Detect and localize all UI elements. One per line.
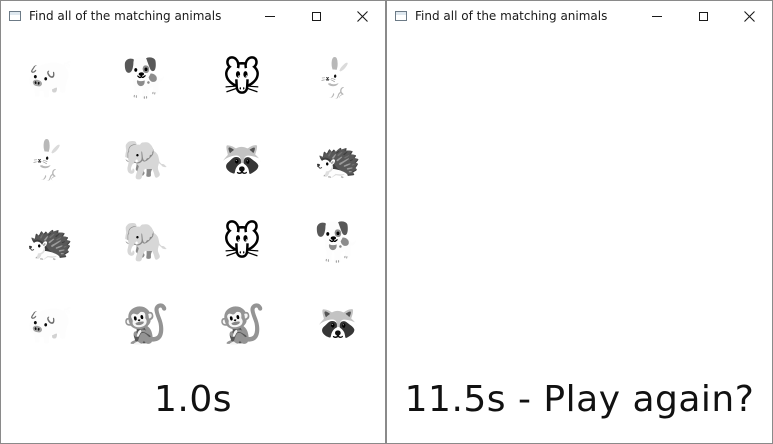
game-window-right: Find all of the matching animals 11.5s -…: [386, 0, 773, 444]
animal-icon: 🐘: [122, 138, 170, 182]
animal-button[interactable]: 🐘: [98, 201, 194, 283]
timer-text: 1.0s: [153, 379, 232, 420]
animal-icon: 🐒: [218, 302, 266, 346]
animal-button[interactable]: 🐖: [2, 283, 98, 365]
animal-icon: 🐇: [26, 138, 74, 182]
animal-icon: 🐖: [26, 302, 74, 346]
play-again-text[interactable]: 11.5s - Play again?: [387, 379, 772, 420]
window-title: Find all of the matching animals: [29, 9, 222, 23]
window-controls: [634, 1, 772, 31]
maximize-button[interactable]: [680, 1, 726, 31]
animal-icon: 🦔: [314, 138, 362, 182]
animal-icon: 🐕: [122, 56, 170, 100]
close-icon: [743, 10, 755, 22]
game-window-left: Find all of the matching animals 🐖 🐕 🐭 🐇 🐇 🐘 🦝…: [0, 0, 386, 444]
animal-button[interactable]: 🐕: [98, 37, 194, 119]
title-bar[interactable]: Find all of the matching animals: [1, 1, 385, 31]
animal-button[interactable]: 🦝: [290, 283, 386, 365]
close-icon: [356, 10, 368, 22]
app-icon: [395, 11, 407, 21]
animal-button[interactable]: 🐒: [98, 283, 194, 365]
animal-icon: 🦔: [26, 220, 74, 264]
animal-button[interactable]: 🐖: [2, 37, 98, 119]
animal-button[interactable]: 🐕: [290, 201, 386, 283]
maximize-button[interactable]: [293, 1, 339, 31]
animal-button[interactable]: 🐭: [194, 201, 290, 283]
title-bar[interactable]: Find all of the matching animals: [387, 1, 772, 31]
close-button[interactable]: [726, 1, 772, 31]
window-title: Find all of the matching animals: [415, 9, 608, 23]
window-controls: [247, 1, 385, 31]
animal-icon: 🐖: [26, 56, 74, 100]
app-icon: [9, 11, 21, 21]
minimize-button[interactable]: [634, 1, 680, 31]
animal-icon: 🐭: [222, 56, 262, 100]
animal-icon: 🦝: [218, 138, 266, 182]
animal-icon: 🐭: [222, 220, 262, 264]
minimize-icon: [265, 15, 275, 17]
animal-button[interactable]: 🦔: [290, 119, 386, 201]
animal-icon: 🦝: [314, 302, 362, 346]
minimize-button[interactable]: [247, 1, 293, 31]
close-button[interactable]: [339, 1, 385, 31]
maximize-icon: [698, 11, 708, 21]
animal-button[interactable]: 🦝: [194, 119, 290, 201]
animal-icon: 🐕: [314, 220, 362, 264]
maximize-icon: [311, 11, 321, 21]
animal-button[interactable]: 🐘: [98, 119, 194, 201]
animal-grid: 🐖 🐕 🐭 🐇 🐇 🐘 🦝 🦔 🦔 🐘 🐭 🐕 🐖 🐒 🐒 🦝: [2, 37, 386, 367]
animal-button[interactable]: 🐇: [290, 37, 386, 119]
minimize-icon: [652, 15, 662, 17]
animal-icon: 🐘: [122, 220, 170, 264]
animal-icon: 🐒: [122, 302, 170, 346]
animal-button[interactable]: 🐒: [194, 283, 290, 365]
animal-button[interactable]: 🦔: [2, 201, 98, 283]
animal-button[interactable]: 🐭: [194, 37, 290, 119]
animal-icon: 🐇: [314, 56, 362, 100]
animal-button[interactable]: 🐇: [2, 119, 98, 201]
